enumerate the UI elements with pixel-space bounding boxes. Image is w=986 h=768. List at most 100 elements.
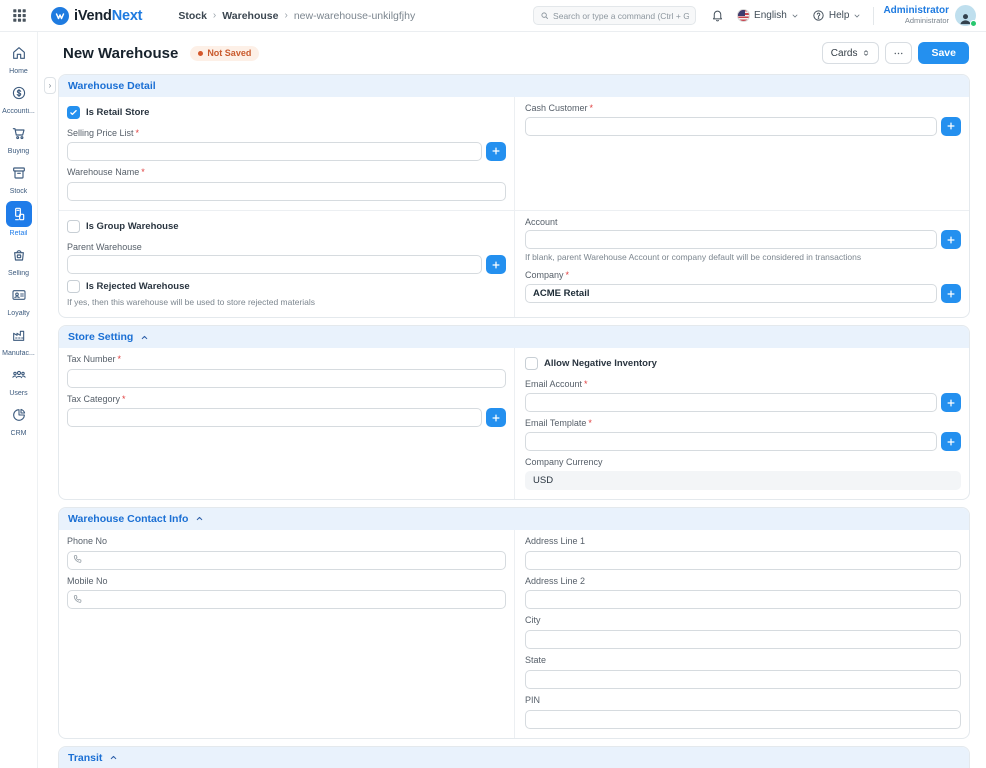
- add-parent-warehouse-button[interactable]: [486, 255, 506, 274]
- user-menu[interactable]: Administrator Administrator: [883, 5, 976, 26]
- home-icon: [11, 45, 27, 61]
- sidebar-item-home[interactable]: Home: [0, 41, 38, 75]
- mobile-no-input[interactable]: [67, 590, 506, 609]
- status-badge: Not Saved: [190, 46, 259, 61]
- sidebar-item-loyalty[interactable]: Loyalty: [0, 283, 38, 317]
- apps-grid-icon[interactable]: [12, 8, 27, 23]
- plus-icon: [946, 398, 956, 408]
- sidebar-item-stock[interactable]: Stock: [0, 161, 38, 195]
- section-header-store-setting[interactable]: Store Setting: [59, 326, 969, 348]
- field-parent-warehouse: Parent Warehouse: [67, 242, 506, 275]
- pin-input[interactable]: [525, 710, 961, 729]
- plus-icon: [946, 121, 956, 131]
- warehouse-name-input[interactable]: [67, 182, 506, 201]
- chevron-down-icon: [853, 12, 861, 20]
- sidebar-item-buying[interactable]: Buying: [0, 121, 38, 155]
- plus-icon: [491, 146, 501, 156]
- navbar-divider: [873, 7, 874, 25]
- sidebar-item-retail[interactable]: Retail: [0, 201, 38, 237]
- breadcrumb-warehouse[interactable]: Warehouse: [222, 10, 278, 22]
- state-input[interactable]: [525, 670, 961, 689]
- checkbox-unchecked-icon[interactable]: [525, 357, 538, 370]
- address-line-2-input[interactable]: [525, 590, 961, 609]
- add-account-button[interactable]: [941, 230, 961, 249]
- help-label: Help: [829, 10, 850, 21]
- address-line-1-input[interactable]: [525, 551, 961, 570]
- bell-icon: [711, 9, 724, 22]
- sidebar-item-crm[interactable]: CRM: [0, 403, 38, 437]
- avatar[interactable]: [955, 5, 976, 26]
- checkbox-is-rejected-warehouse[interactable]: Is Rejected Warehouse: [67, 280, 506, 293]
- phone-no-input[interactable]: [67, 551, 506, 570]
- add-selling-price-list-button[interactable]: [486, 142, 506, 161]
- search-input[interactable]: [553, 11, 689, 21]
- field-company-currency: Company Currency USD: [525, 457, 961, 490]
- sort-chevrons-icon: [862, 48, 870, 58]
- expand-sidebar-button[interactable]: ›: [44, 77, 56, 94]
- checkbox-unchecked-icon[interactable]: [67, 280, 80, 293]
- main-content: New Warehouse Not Saved Cards Save ›: [38, 32, 986, 768]
- brand-logo[interactable]: iVendNext: [51, 7, 142, 25]
- field-pin: PIN: [525, 695, 961, 729]
- account-input[interactable]: [525, 230, 937, 249]
- field-company: Company*: [525, 270, 961, 303]
- tax-number-input[interactable]: [67, 369, 506, 388]
- help-menu[interactable]: Help: [812, 9, 862, 22]
- sidebar-item-manufacturing[interactable]: Manufac...: [0, 323, 38, 357]
- sidebar: Home Accounti... Buying Stock Retail Sel…: [0, 32, 38, 768]
- section-header-contact-info[interactable]: Warehouse Contact Info: [59, 508, 969, 530]
- more-options-button[interactable]: [885, 42, 912, 64]
- factory-icon: [11, 327, 27, 343]
- section-warehouse-contact-info: Warehouse Contact Info Phone No: [58, 507, 970, 739]
- sidebar-item-users[interactable]: Users: [0, 363, 38, 397]
- add-company-button[interactable]: [941, 284, 961, 303]
- add-email-account-button[interactable]: [941, 393, 961, 412]
- add-cash-customer-button[interactable]: [941, 117, 961, 136]
- help-circle-icon: [812, 9, 825, 22]
- section-warehouse-detail: Warehouse Detail Is Retail Store Selling…: [58, 74, 970, 318]
- checkbox-allow-negative-inventory[interactable]: Allow Negative Inventory: [525, 357, 961, 370]
- global-search[interactable]: [533, 6, 696, 25]
- tax-category-input[interactable]: [67, 408, 482, 427]
- section-header-warehouse-detail[interactable]: Warehouse Detail: [59, 75, 969, 97]
- section-header-transit[interactable]: Transit: [59, 747, 969, 768]
- sidebar-item-selling[interactable]: Selling: [0, 243, 38, 277]
- field-phone-no: Phone No: [67, 536, 506, 570]
- us-flag-icon: [737, 9, 750, 22]
- search-icon: [540, 11, 549, 20]
- view-switcher-button[interactable]: Cards: [822, 42, 880, 64]
- breadcrumb-separator: [213, 10, 216, 21]
- checkbox-is-retail-store[interactable]: Is Retail Store: [67, 106, 506, 119]
- chevron-down-icon: [791, 12, 799, 20]
- phone-icon: [73, 594, 83, 604]
- field-email-template: Email Template*: [525, 418, 961, 451]
- sidebar-item-accounting[interactable]: Accounti...: [0, 81, 38, 115]
- language-selector[interactable]: English: [737, 9, 799, 22]
- plus-icon: [946, 289, 956, 299]
- parent-warehouse-input[interactable]: [67, 255, 482, 274]
- top-navbar: iVendNext Stock Warehouse new-warehouse-…: [0, 0, 986, 32]
- city-input[interactable]: [525, 630, 961, 649]
- brand-logo-icon: [51, 7, 69, 25]
- breadcrumb-current: new-warehouse-unkilgfjhy: [294, 10, 415, 22]
- selling-price-list-input[interactable]: [67, 142, 482, 161]
- notifications-button[interactable]: [711, 9, 724, 22]
- collapse-icon: [140, 333, 149, 342]
- company-currency-value: USD: [525, 471, 961, 490]
- checkbox-is-group-warehouse[interactable]: Is Group Warehouse: [67, 220, 506, 233]
- cash-customer-input[interactable]: [525, 117, 937, 136]
- save-button[interactable]: Save: [918, 42, 969, 64]
- checkbox-unchecked-icon[interactable]: [67, 220, 80, 233]
- field-cash-customer: Cash Customer*: [525, 103, 961, 136]
- user-role: Administrator: [883, 17, 949, 26]
- add-tax-category-button[interactable]: [486, 408, 506, 427]
- company-input[interactable]: [525, 284, 937, 303]
- email-template-input[interactable]: [525, 432, 937, 451]
- checkbox-checked-icon[interactable]: [67, 106, 80, 119]
- breadcrumb-stock[interactable]: Stock: [178, 10, 207, 22]
- add-email-template-button[interactable]: [941, 432, 961, 451]
- email-account-input[interactable]: [525, 393, 937, 412]
- field-selling-price-list: Selling Price List*: [67, 128, 506, 161]
- language-label: English: [754, 10, 787, 21]
- is-rejected-help-text: If yes, then this warehouse will be used…: [67, 297, 506, 308]
